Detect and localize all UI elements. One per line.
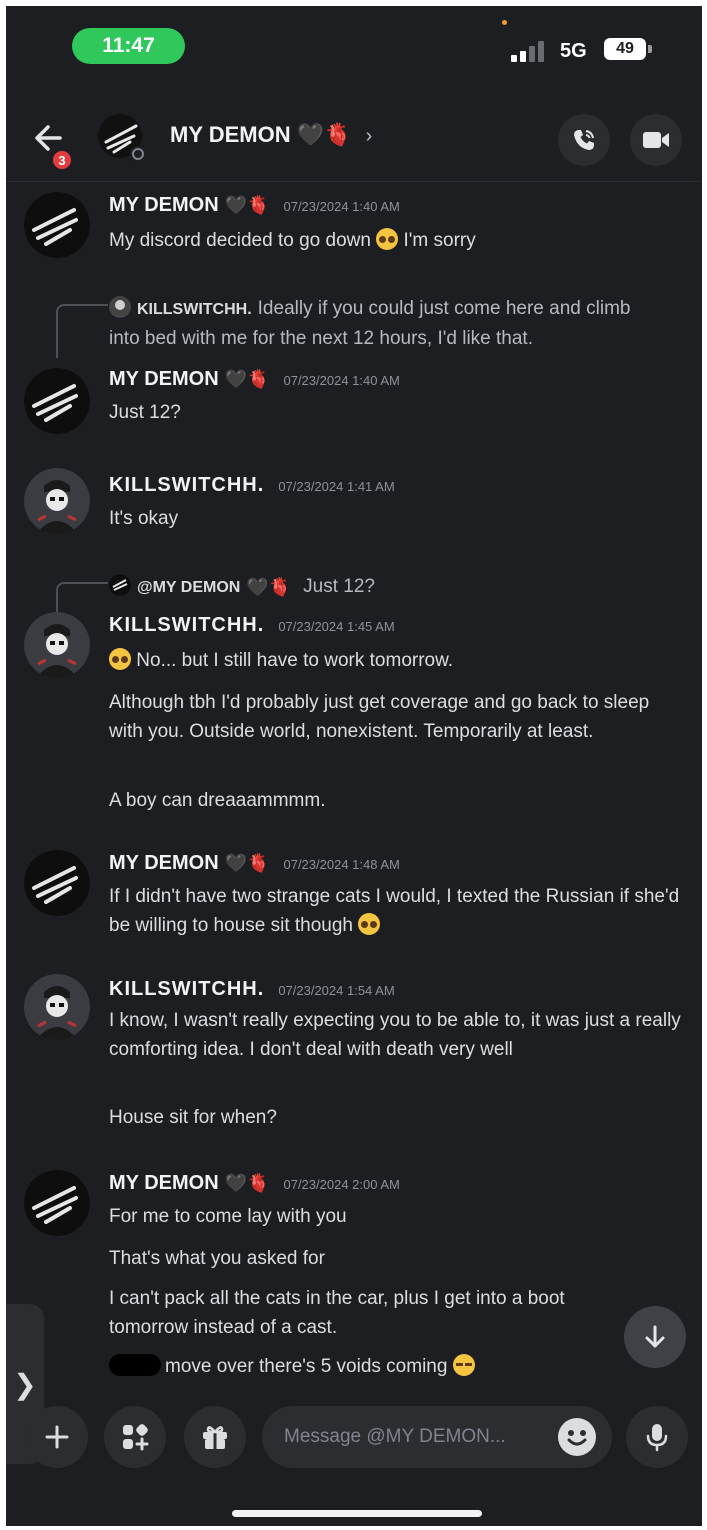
message-text[interactable]: For me to come lay with you	[109, 1202, 684, 1231]
username[interactable]: KILLSWITCHH.	[109, 474, 264, 497]
message-text[interactable]: Although tbh I'd probably just get cover…	[109, 688, 684, 746]
phone-icon	[574, 130, 594, 150]
message-header: KILLSWITCHH. 07/23/2024 1:41 AM	[109, 474, 395, 497]
home-indicator[interactable]	[232, 1510, 482, 1517]
message-header: MY DEMON 🖤 🫀 07/23/2024 1:40 AM	[109, 194, 400, 217]
title-text: MY DEMON	[170, 122, 291, 147]
message-text[interactable]: I know, I wasn't really expecting you to…	[109, 1006, 684, 1064]
emoji-icon	[567, 1430, 587, 1446]
username[interactable]: MY DEMON	[109, 194, 219, 217]
heart-emoji: 🫀	[268, 577, 292, 597]
message-text[interactable]: A boy can dreaaammmm.	[109, 786, 684, 815]
message-text[interactable]: That's what you asked for	[109, 1244, 684, 1273]
pleading-face-emoji	[376, 228, 399, 250]
voice-message-button[interactable]	[626, 1406, 688, 1468]
black-heart-emoji: 🖤	[296, 122, 325, 147]
reply-text: Just 12?	[303, 576, 375, 597]
user-avatar[interactable]	[24, 974, 90, 1040]
username[interactable]: KILLSWITCHH.	[109, 614, 264, 637]
message-header: MY DEMON 🖤 🫀 07/23/2024 1:48 AM	[109, 852, 400, 875]
battery-level: 49	[604, 38, 646, 60]
timestamp: 07/23/2024 1:41 AM	[278, 479, 395, 494]
voice-call-button[interactable]	[558, 114, 610, 166]
heart-emoji: 🫀	[247, 1173, 270, 1193]
message-composer: Message @MY DEMON...	[6, 1396, 702, 1480]
privacy-indicator	[502, 20, 507, 25]
message-text[interactable]: It's okay	[109, 504, 684, 533]
unread-badge: 3	[50, 148, 74, 172]
pleading-face-emoji	[109, 648, 131, 670]
black-heart-emoji: 🖤	[224, 369, 248, 389]
signal-icon	[511, 40, 551, 62]
message-text[interactable]: If I didn't have two strange cats I woul…	[109, 882, 684, 940]
timestamp: 07/23/2024 1:54 AM	[278, 983, 395, 998]
plus-icon	[45, 1425, 69, 1449]
message-text[interactable]: No... but I still have to work tomorrow.	[109, 646, 684, 675]
reply-avatar	[109, 296, 131, 318]
reply-preview[interactable]: KILLSWITCHH. Ideally if you could just co…	[109, 294, 666, 353]
user-avatar[interactable]	[24, 468, 90, 534]
message-text[interactable]: My discord decided to go down I'm sorry	[109, 226, 684, 255]
status-time[interactable]: 11:47	[72, 28, 185, 64]
black-heart-emoji: 🖤	[246, 577, 269, 597]
attach-button[interactable]	[26, 1406, 88, 1468]
message-header: MY DEMON 🖤 🫀 07/23/2024 2:00 AM	[109, 1172, 400, 1195]
video-call-button[interactable]	[630, 114, 682, 166]
username[interactable]: MY DEMON	[109, 368, 219, 391]
heart-emoji: 🫀	[247, 369, 270, 389]
phone-screen: 11:47 5G 49 3 MY DEMON 🖤🫀 › MY DEMON 🖤 🫀…	[6, 6, 702, 1526]
message-input-placeholder: Message @MY DEMON...	[284, 1426, 506, 1447]
timestamp: 07/23/2024 1:45 AM	[278, 619, 395, 634]
mic-icon	[646, 1424, 668, 1452]
username[interactable]: KILLSWITCHH.	[109, 978, 264, 1001]
heart-emoji: 🫀	[247, 195, 270, 215]
message-text[interactable]: House sit for when?	[109, 1103, 684, 1132]
battery-icon	[648, 45, 652, 53]
message-header: KILLSWITCHH. 07/23/2024 1:45 AM	[109, 614, 395, 637]
message-text[interactable]: move over there's 5 voids coming	[109, 1352, 684, 1381]
message-text[interactable]: Just 12?	[109, 398, 684, 427]
header-avatar[interactable]	[96, 112, 148, 164]
heart-emoji: 🫀	[324, 122, 352, 147]
pleading-face-emoji	[358, 913, 381, 935]
heart-emoji: 🫀	[247, 853, 270, 873]
arrow-down-icon	[645, 1325, 665, 1348]
timestamp: 07/23/2024 1:40 AM	[283, 199, 400, 214]
user-avatar[interactable]	[24, 850, 90, 916]
username[interactable]: MY DEMON	[109, 852, 219, 875]
message-header: KILLSWITCHH. 07/23/2024 1:54 AM	[109, 978, 395, 1001]
user-avatar[interactable]	[24, 1170, 90, 1236]
black-heart-emoji: 🖤	[224, 195, 248, 215]
redacted-mark	[109, 1354, 161, 1376]
gift-button[interactable]	[184, 1406, 246, 1468]
reply-avatar	[109, 574, 131, 596]
gift-icon	[203, 1426, 227, 1449]
jump-to-bottom-button[interactable]	[624, 1306, 686, 1368]
user-avatar[interactable]	[24, 612, 90, 678]
timestamp: 07/23/2024 1:40 AM	[283, 373, 400, 388]
timestamp: 07/23/2024 2:00 AM	[283, 1177, 400, 1192]
timestamp: 07/23/2024 1:48 AM	[283, 857, 400, 872]
user-avatar[interactable]	[24, 368, 90, 434]
network-type: 5G	[560, 40, 587, 62]
video-icon	[643, 132, 669, 148]
chat-header: 3 MY DEMON 🖤🫀 ›	[6, 86, 702, 182]
reply-author: @MY DEMON	[137, 579, 241, 596]
rofl-emoji	[452, 1354, 475, 1376]
user-avatar[interactable]	[24, 192, 90, 258]
reply-connector	[56, 304, 108, 358]
apps-button[interactable]	[104, 1406, 166, 1468]
status-bar: 11:47 5G 49	[6, 6, 702, 86]
apps-icon	[123, 1424, 149, 1451]
black-heart-emoji: 🖤	[224, 853, 248, 873]
chevron-right-icon: ›	[365, 125, 373, 147]
conversation-title[interactable]: MY DEMON 🖤🫀 ›	[170, 122, 372, 148]
message-text[interactable]: I can't pack all the cats in the car, pl…	[109, 1284, 612, 1342]
username[interactable]: MY DEMON	[109, 1172, 219, 1195]
reply-preview[interactable]: @MY DEMON 🖤🫀 Just 12?	[109, 572, 375, 602]
message-header: MY DEMON 🖤 🫀 07/23/2024 1:40 AM	[109, 368, 400, 391]
reply-author: KILLSWITCHH.	[137, 301, 252, 318]
emoji-button[interactable]	[558, 1418, 596, 1456]
black-heart-emoji: 🖤	[224, 1173, 248, 1193]
